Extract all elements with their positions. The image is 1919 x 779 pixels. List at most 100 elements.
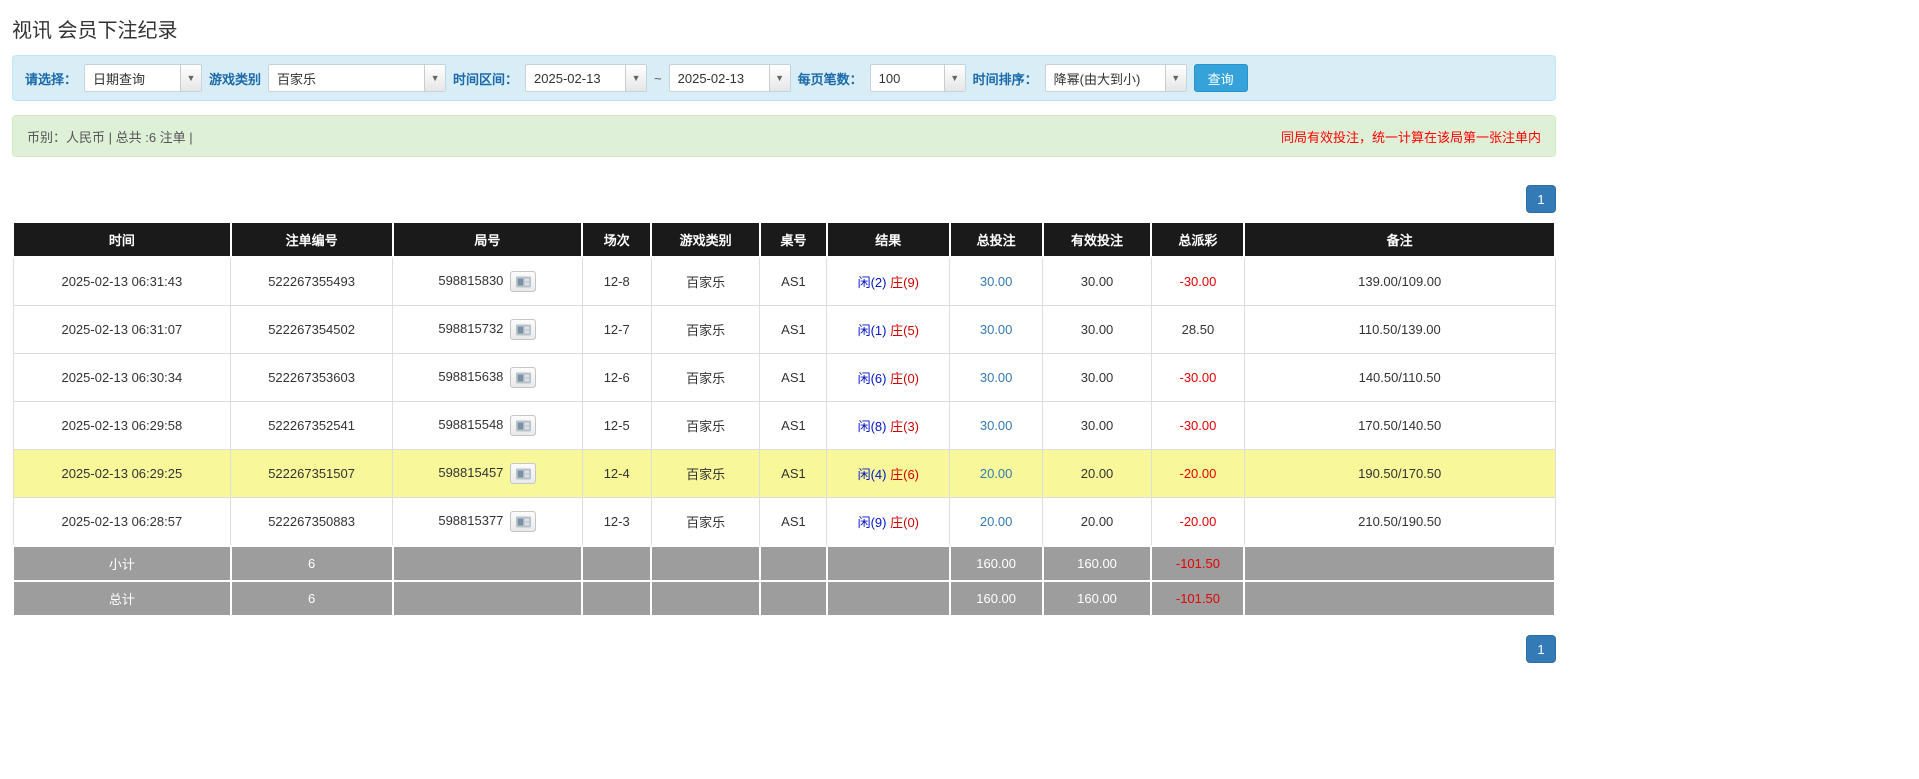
- time-sort-value: 降幂(由大到小): [1046, 65, 1165, 91]
- film-icon: [516, 276, 531, 288]
- round-replay-button[interactable]: [510, 463, 536, 484]
- column-header: 桌号: [760, 222, 827, 257]
- round-replay-button[interactable]: [510, 271, 536, 292]
- column-header: 备注: [1244, 222, 1555, 257]
- result-player: 闲(9): [858, 515, 887, 530]
- cell-bet-id: 522267355493: [231, 257, 393, 306]
- total-bet-link[interactable]: 30.00: [980, 274, 1013, 289]
- result-player: 闲(2): [858, 275, 887, 290]
- cell-total-bet: 30.00: [950, 306, 1043, 354]
- total-bet-link[interactable]: 30.00: [980, 418, 1013, 433]
- round-replay-button[interactable]: [510, 415, 536, 436]
- cell-table-no: AS1: [760, 402, 827, 450]
- cell-table-no: AS1: [760, 450, 827, 498]
- film-icon: [516, 468, 531, 480]
- chevron-down-icon[interactable]: ▼: [944, 65, 965, 91]
- cell-bet-id: 522267350883: [231, 498, 393, 547]
- column-header: 注单编号: [231, 222, 393, 257]
- game-type-select[interactable]: 百家乐 ▼: [268, 64, 446, 92]
- cell-table-no: AS1: [760, 354, 827, 402]
- summary-count: 6: [231, 581, 393, 616]
- cell-payout: -30.00: [1151, 257, 1244, 306]
- total-bet-link[interactable]: 30.00: [980, 322, 1013, 337]
- cell-total-bet: 30.00: [950, 402, 1043, 450]
- table-row: 2025-02-13 06:29:58522267352541598815548…: [13, 402, 1555, 450]
- summary-total-bet: 160.00: [950, 581, 1043, 616]
- result-banker: 庄(0): [890, 371, 919, 386]
- cell-valid-bet: 30.00: [1043, 257, 1152, 306]
- cell-total-bet: 30.00: [950, 257, 1043, 306]
- column-header: 有效投注: [1043, 222, 1152, 257]
- query-type-value: 日期查询: [85, 65, 180, 91]
- cell-table-no: AS1: [760, 257, 827, 306]
- result-banker: 庄(5): [890, 323, 919, 338]
- page-1-button[interactable]: 1: [1526, 635, 1556, 663]
- cell-valid-bet: 30.00: [1043, 306, 1152, 354]
- total-bet-link[interactable]: 20.00: [980, 466, 1013, 481]
- game-type-label: 游戏类别: [209, 69, 261, 88]
- column-header: 局号: [393, 222, 583, 257]
- result-player: 闲(4): [858, 467, 887, 482]
- cell-time: 2025-02-13 06:28:57: [13, 498, 231, 547]
- cell-time: 2025-02-13 06:29:25: [13, 450, 231, 498]
- cell-result: 闲(8) 庄(3): [827, 402, 950, 450]
- cell-payout: -30.00: [1151, 354, 1244, 402]
- pagination-top: 1: [12, 185, 1556, 213]
- round-replay-button[interactable]: [510, 511, 536, 532]
- chevron-down-icon[interactable]: ▼: [180, 65, 201, 91]
- cell-game-type: 百家乐: [651, 450, 760, 498]
- date-from-value: 2025-02-13: [526, 65, 625, 91]
- chevron-down-icon[interactable]: ▼: [1165, 65, 1186, 91]
- cell-valid-bet: 30.00: [1043, 402, 1152, 450]
- total-bet-link[interactable]: 20.00: [980, 514, 1013, 529]
- cell-time: 2025-02-13 06:30:34: [13, 354, 231, 402]
- table-row: 2025-02-13 06:30:34522267353603598815638…: [13, 354, 1555, 402]
- time-sort-label: 时间排序：: [973, 69, 1038, 88]
- cell-result: 闲(2) 庄(9): [827, 257, 950, 306]
- chevron-down-icon[interactable]: ▼: [424, 65, 445, 91]
- result-player: 闲(6): [858, 371, 887, 386]
- time-sort-select[interactable]: 降幂(由大到小) ▼: [1045, 64, 1187, 92]
- cell-bet-id: 522267353603: [231, 354, 393, 402]
- search-button[interactable]: 查询: [1194, 64, 1248, 92]
- summary-row: 小计6160.00160.00-101.50: [13, 546, 1555, 581]
- select-type-label: 请选择：: [25, 69, 77, 88]
- summary-payout: -101.50: [1151, 546, 1244, 581]
- cell-session: 12-5: [582, 402, 651, 450]
- total-bet-link[interactable]: 30.00: [980, 370, 1013, 385]
- cell-game-type: 百家乐: [651, 257, 760, 306]
- summary-count: 6: [231, 546, 393, 581]
- cell-bet-id: 522267352541: [231, 402, 393, 450]
- page-container: 视讯 会员下注纪录 请选择： 日期查询 ▼ 游戏类别 百家乐 ▼ 时间区间： 2…: [12, 0, 1556, 663]
- cell-payout: 28.50: [1151, 306, 1244, 354]
- column-header: 时间: [13, 222, 231, 257]
- summary-valid-bet: 160.00: [1043, 546, 1152, 581]
- table-row: 2025-02-13 06:29:25522267351507598815457…: [13, 450, 1555, 498]
- currency-total-text: 币别：人民币 | 总共 :6 注单 |: [27, 127, 193, 146]
- round-replay-button[interactable]: [510, 319, 536, 340]
- summary-bar: 币别：人民币 | 总共 :6 注单 | 同局有效投注，统一计算在该局第一张注单内: [12, 115, 1556, 157]
- cell-round-id: 598815830: [393, 257, 583, 306]
- date-to-select[interactable]: 2025-02-13 ▼: [669, 64, 791, 92]
- chevron-down-icon[interactable]: ▼: [769, 65, 790, 91]
- column-header: 总投注: [950, 222, 1043, 257]
- query-type-select[interactable]: 日期查询 ▼: [84, 64, 202, 92]
- summary-valid-bet: 160.00: [1043, 581, 1152, 616]
- column-header: 结果: [827, 222, 950, 257]
- table-row: 2025-02-13 06:31:07522267354502598815732…: [13, 306, 1555, 354]
- table-header-row: 时间注单编号局号场次游戏类别桌号结果总投注有效投注总派彩备注: [13, 222, 1555, 257]
- table-row: 2025-02-13 06:28:57522267350883598815377…: [13, 498, 1555, 547]
- cell-session: 12-4: [582, 450, 651, 498]
- chevron-down-icon[interactable]: ▼: [625, 65, 646, 91]
- summary-label: 小计: [13, 546, 231, 581]
- page-size-select[interactable]: 100 ▼: [870, 64, 966, 92]
- round-replay-button[interactable]: [510, 367, 536, 388]
- page-1-button[interactable]: 1: [1526, 185, 1556, 213]
- date-from-select[interactable]: 2025-02-13 ▼: [525, 64, 647, 92]
- bet-table-foot: 小计6160.00160.00-101.50总计6160.00160.00-10…: [13, 546, 1555, 616]
- cell-result: 闲(1) 庄(5): [827, 306, 950, 354]
- cell-time: 2025-02-13 06:29:58: [13, 402, 231, 450]
- result-banker: 庄(6): [890, 467, 919, 482]
- cell-remark: 139.00/109.00: [1244, 257, 1555, 306]
- column-header: 总派彩: [1151, 222, 1244, 257]
